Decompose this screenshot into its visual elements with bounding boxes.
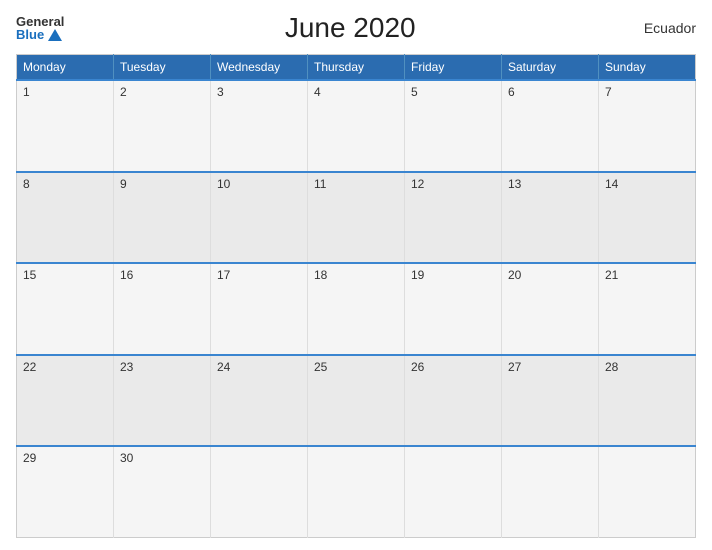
- day-number: 25: [314, 360, 327, 374]
- day-number: 4: [314, 85, 321, 99]
- calendar-table: Monday Tuesday Wednesday Thursday Friday…: [16, 54, 696, 538]
- calendar-day-cell: [308, 446, 405, 538]
- day-number: 29: [23, 451, 36, 465]
- weekday-friday: Friday: [405, 55, 502, 81]
- calendar-day-cell: 11: [308, 172, 405, 264]
- calendar-day-cell: 24: [211, 355, 308, 447]
- calendar-day-cell: 8: [17, 172, 114, 264]
- calendar-day-cell: 3: [211, 80, 308, 172]
- header: General Blue June 2020 Ecuador: [16, 12, 696, 44]
- day-number: 21: [605, 268, 618, 282]
- calendar-week-row: 15 16 17 18 19 20 21: [17, 263, 696, 355]
- calendar-week-row: 29 30: [17, 446, 696, 538]
- weekday-wednesday: Wednesday: [211, 55, 308, 81]
- calendar-title: June 2020: [64, 12, 636, 44]
- day-number: 16: [120, 268, 133, 282]
- calendar-day-cell: 16: [114, 263, 211, 355]
- calendar-day-cell: 6: [502, 80, 599, 172]
- calendar-day-cell: [502, 446, 599, 538]
- day-number: 22: [23, 360, 36, 374]
- weekday-saturday: Saturday: [502, 55, 599, 81]
- day-number: 30: [120, 451, 133, 465]
- calendar-day-cell: 30: [114, 446, 211, 538]
- calendar-day-cell: 15: [17, 263, 114, 355]
- day-number: 2: [120, 85, 127, 99]
- calendar-day-cell: 18: [308, 263, 405, 355]
- day-number: 8: [23, 177, 30, 191]
- calendar-day-cell: 27: [502, 355, 599, 447]
- calendar-day-cell: 25: [308, 355, 405, 447]
- calendar-day-cell: 9: [114, 172, 211, 264]
- calendar-day-cell: 1: [17, 80, 114, 172]
- calendar-day-cell: 14: [599, 172, 696, 264]
- calendar-day-cell: 12: [405, 172, 502, 264]
- day-number: 12: [411, 177, 424, 191]
- calendar-header: Monday Tuesday Wednesday Thursday Friday…: [17, 55, 696, 81]
- calendar-day-cell: 20: [502, 263, 599, 355]
- calendar-day-cell: 13: [502, 172, 599, 264]
- day-number: 24: [217, 360, 230, 374]
- day-number: 6: [508, 85, 515, 99]
- day-number: 13: [508, 177, 521, 191]
- day-number: 26: [411, 360, 424, 374]
- day-number: 9: [120, 177, 127, 191]
- calendar-day-cell: 28: [599, 355, 696, 447]
- calendar-day-cell: [405, 446, 502, 538]
- calendar-day-cell: 21: [599, 263, 696, 355]
- calendar-day-cell: 10: [211, 172, 308, 264]
- day-number: 19: [411, 268, 424, 282]
- calendar-week-row: 22 23 24 25 26 27 28: [17, 355, 696, 447]
- weekday-monday: Monday: [17, 55, 114, 81]
- day-number: 5: [411, 85, 418, 99]
- day-number: 17: [217, 268, 230, 282]
- day-number: 3: [217, 85, 224, 99]
- calendar-page: General Blue June 2020 Ecuador Monday Tu…: [0, 0, 712, 550]
- calendar-day-cell: 19: [405, 263, 502, 355]
- calendar-day-cell: 23: [114, 355, 211, 447]
- calendar-day-cell: [599, 446, 696, 538]
- day-number: 20: [508, 268, 521, 282]
- weekday-row: Monday Tuesday Wednesday Thursday Friday…: [17, 55, 696, 81]
- day-number: 10: [217, 177, 230, 191]
- calendar-day-cell: 17: [211, 263, 308, 355]
- calendar-day-cell: 4: [308, 80, 405, 172]
- day-number: 14: [605, 177, 618, 191]
- calendar-day-cell: [211, 446, 308, 538]
- logo: General Blue: [16, 15, 64, 41]
- day-number: 7: [605, 85, 612, 99]
- calendar-day-cell: 29: [17, 446, 114, 538]
- calendar-day-cell: 26: [405, 355, 502, 447]
- weekday-tuesday: Tuesday: [114, 55, 211, 81]
- logo-blue-text: Blue: [16, 28, 64, 41]
- calendar-day-cell: 2: [114, 80, 211, 172]
- calendar-day-cell: 5: [405, 80, 502, 172]
- day-number: 28: [605, 360, 618, 374]
- calendar-body: 1234567891011121314151617181920212223242…: [17, 80, 696, 538]
- calendar-week-row: 8 9 10 11 12 13 14: [17, 172, 696, 264]
- day-number: 23: [120, 360, 133, 374]
- weekday-thursday: Thursday: [308, 55, 405, 81]
- day-number: 1: [23, 85, 30, 99]
- country-label: Ecuador: [636, 20, 696, 36]
- calendar-day-cell: 7: [599, 80, 696, 172]
- calendar-day-cell: 22: [17, 355, 114, 447]
- day-number: 15: [23, 268, 36, 282]
- weekday-sunday: Sunday: [599, 55, 696, 81]
- calendar-week-row: 1 2 3 4 5 6 7: [17, 80, 696, 172]
- day-number: 11: [314, 177, 326, 191]
- logo-triangle-icon: [48, 29, 62, 41]
- day-number: 18: [314, 268, 327, 282]
- day-number: 27: [508, 360, 521, 374]
